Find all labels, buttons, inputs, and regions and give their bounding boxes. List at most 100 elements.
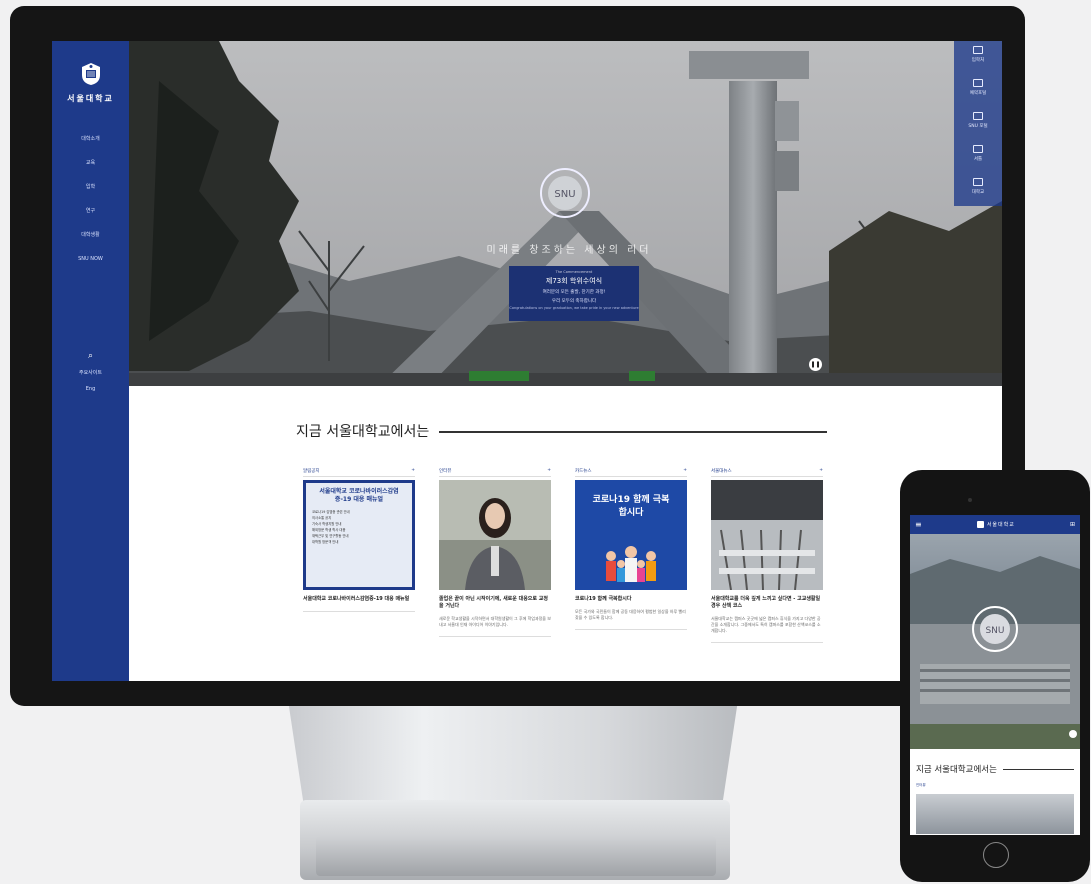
quick-link-label: 예약포털: [969, 91, 987, 96]
admission-icon: [973, 46, 983, 54]
menu-icon[interactable]: ≡: [915, 520, 922, 529]
mobile-hero-photo: SNU: [910, 556, 1080, 749]
banner-line-1: 여러분의 모든 출발, 찬기한 과정!: [542, 290, 606, 295]
device-mockup-scene: 서울대학교 대학소개 교육 입학 연구 대학생활 SNU NOW ⌕ 주요사이트…: [0, 0, 1091, 884]
card-image-item: 대학원 방문객 안내: [312, 540, 339, 544]
card-category: 서울대뉴스: [711, 469, 732, 474]
more-icon[interactable]: +: [411, 468, 415, 474]
nav-item-education[interactable]: 교육: [52, 151, 129, 175]
more-icon[interactable]: +: [547, 468, 551, 474]
portrait-illustration: [439, 480, 551, 590]
card-divider: [575, 629, 687, 630]
home-button[interactable]: [983, 842, 1009, 868]
university-crest-icon: [976, 521, 984, 528]
sitemap-icon[interactable]: ⊞: [1070, 521, 1075, 528]
quick-link-portal[interactable]: SNU 포털: [954, 107, 1002, 140]
calendar-icon: [973, 79, 983, 87]
banner-subtitle: The Commencement: [555, 270, 593, 274]
card-title[interactable]: 졸업은 끝이 아닌 시작이기에, 새로운 대응으로 교정을 거닌다: [439, 596, 551, 610]
card-category: 카드뉴스: [575, 469, 592, 474]
mobile-section-title: 지금 서울대학교에서는: [916, 765, 997, 775]
card-title[interactable]: 코로나19 함께 극복합시다: [575, 596, 687, 603]
card-image-portrait: [439, 480, 551, 590]
card-image-covid: 코로나19 함께 극복합시다: [575, 480, 687, 590]
english-link[interactable]: Eng: [52, 386, 129, 392]
mobile-screen: ≡ 서울대학교 ⊞ SNU 지금 서울대학교에서는 인터뷰: [910, 515, 1080, 835]
nav-item-research[interactable]: 연구: [52, 199, 129, 223]
site-logo[interactable]: 서울대학교: [52, 61, 129, 104]
news-card-interview[interactable]: 인터뷰 + 졸업은 끝이 아닌 시작이기에, 새로운 대응으로 교정을 거닌다 …: [439, 468, 551, 637]
card-image-list: 코로나19 감염증 관련 안내 의사소통 공지 기숙사 학생지원 안내 해외방문…: [312, 509, 406, 545]
quick-link-label: SNU 포털: [968, 124, 988, 129]
card-image-manual: 서울대학교 코로나바이러스감염증-19 대응 매뉴얼 코로나19 감염증 관련 …: [303, 480, 415, 590]
monitor-stand-foot: [316, 836, 716, 876]
mobile-section-divider: [1002, 768, 1074, 770]
card-category: 알림공지: [303, 469, 320, 474]
card-divider: [439, 636, 551, 637]
portal-icon: [973, 112, 983, 120]
quick-link-label: 입학처: [971, 58, 985, 63]
people-illustration: [606, 546, 656, 582]
card-category-row: 카드뉴스 +: [575, 468, 687, 477]
quick-links-panel: 입학처 예약포털 SNU 포털 셔틀 대학교: [954, 41, 1002, 206]
news-card-snu-news[interactable]: 서울대뉴스 + 서울대학교를 더욱 깊게 느끼고 싶다면 - 고교생활일 경우 …: [711, 468, 823, 643]
quick-link-shuttle[interactable]: 셔틀: [954, 140, 1002, 173]
mobile-card-category: 인터뷰: [916, 783, 926, 787]
svg-text:SNU: SNU: [554, 189, 575, 200]
mobile-section-title-row: 지금 서울대학교에서는: [916, 763, 1074, 775]
desktop-screen: 서울대학교 대학소개 교육 입학 연구 대학생활 SNU NOW ⌕ 주요사이트…: [52, 41, 1002, 681]
quick-link-label: 대학교: [971, 190, 985, 195]
card-title[interactable]: 서울대학교 코로나바이러스감염증-19 대응 매뉴얼: [303, 596, 415, 603]
slideshow-pause-button[interactable]: ❚❚: [809, 358, 822, 371]
news-section: 지금 서울대학교에서는 알림공지 + 서울대학교 코로나바이러스감염증-19 대…: [129, 386, 1002, 681]
mobile-card-image[interactable]: [916, 794, 1074, 834]
hero-banner: SNU 입학처 예약포털 SNU 포털 셔틀 대학교 미래를 창조하는 세상의 …: [129, 41, 1002, 386]
card-description: 새로운 학교생활을 시작하면서 대학원생활이 그 후에 학업과정을 보내고 서울…: [439, 616, 551, 627]
mobile-phone: ≡ 서울대학교 ⊞ SNU 지금 서울대학교에서는 인터뷰: [900, 470, 1090, 882]
card-image-title: 서울대학교 코로나바이러스감염증-19 대응 매뉴얼: [319, 488, 399, 503]
library-illustration: [711, 480, 823, 590]
banner-title: 제73회 학위수여식: [545, 277, 603, 285]
card-divider: [711, 642, 823, 643]
card-image-library: [711, 480, 823, 590]
main-nav: 대학소개 교육 입학 연구 대학생활 SNU NOW: [52, 127, 129, 271]
banner-line-2: 우리 모두의 축하합니다: [551, 299, 597, 304]
mobile-hero: SNU: [910, 534, 1080, 749]
sidebar: 서울대학교 대학소개 교육 입학 연구 대학생활 SNU NOW ⌕ 주요사이트…: [52, 41, 129, 681]
card-category-row: 알림공지 +: [303, 468, 415, 477]
section-title: 지금 서울대학교에서는: [296, 424, 430, 440]
sidebar-tools: ⌕ 주요사이트 Eng: [52, 351, 129, 402]
quick-link-reservation[interactable]: 예약포털: [954, 74, 1002, 107]
card-category-row: 서울대뉴스 +: [711, 468, 823, 477]
svg-text:SNU: SNU: [985, 626, 1004, 636]
nav-item-admission[interactable]: 입학: [52, 175, 129, 199]
quick-link-admission[interactable]: 입학처: [954, 41, 1002, 74]
quick-link-college[interactable]: 대학교: [954, 173, 1002, 206]
search-icon[interactable]: ⌕: [52, 351, 129, 361]
nav-item-snu-now[interactable]: SNU NOW: [52, 247, 129, 271]
mobile-logo[interactable]: 서울대학교: [976, 521, 1015, 528]
desktop-monitor: 서울대학교 대학소개 교육 입학 연구 대학생활 SNU NOW ⌕ 주요사이트…: [10, 6, 1025, 706]
major-sites-link[interactable]: 주요사이트: [52, 369, 129, 376]
section-divider: [439, 431, 827, 433]
news-card-notice[interactable]: 알림공지 + 서울대학교 코로나바이러스감염증-19 대응 매뉴얼 코로나19 …: [303, 468, 415, 612]
more-icon[interactable]: +: [819, 468, 823, 474]
bus-icon: [973, 145, 983, 153]
more-icon[interactable]: +: [683, 468, 687, 474]
nav-item-campus-life[interactable]: 대학생활: [52, 223, 129, 247]
university-crest-icon: [81, 63, 100, 85]
hero-photo: SNU: [129, 41, 1002, 386]
building-icon: [973, 178, 983, 186]
card-description: 서울대학교는 캠퍼스 곳곳에 넓은 캠퍼스 휴식을 가지고 다양한 공간을 소개…: [711, 616, 821, 633]
logo-text: 서울대학교: [67, 94, 114, 103]
quick-link-label: 셔틀: [973, 157, 983, 162]
nav-item-about[interactable]: 대학소개: [52, 127, 129, 151]
mobile-header: ≡ 서울대학교 ⊞: [910, 515, 1080, 534]
card-category: 인터뷰: [439, 469, 452, 474]
card-title[interactable]: 서울대학교를 더욱 깊게 느끼고 싶다면 - 고교생활일 경우 산책 코스: [711, 596, 823, 610]
card-description: 모든 국가와 국민들이 함께 공동 대응하여 평범한 일상을 하루 빨리 찾을 …: [575, 609, 686, 620]
news-card-cardnews[interactable]: 카드뉴스 + 코로나19 함께 극복합시다 코로나19 함께 극복합시다 모든 …: [575, 468, 687, 630]
card-category-row: 인터뷰 +: [439, 468, 551, 477]
hero-tagline: 미래를 창조하는 세상의 리더: [486, 245, 652, 256]
graduation-banner: The Commencement 제73회 학위수여식 여러분의 모든 출발, …: [509, 266, 639, 321]
